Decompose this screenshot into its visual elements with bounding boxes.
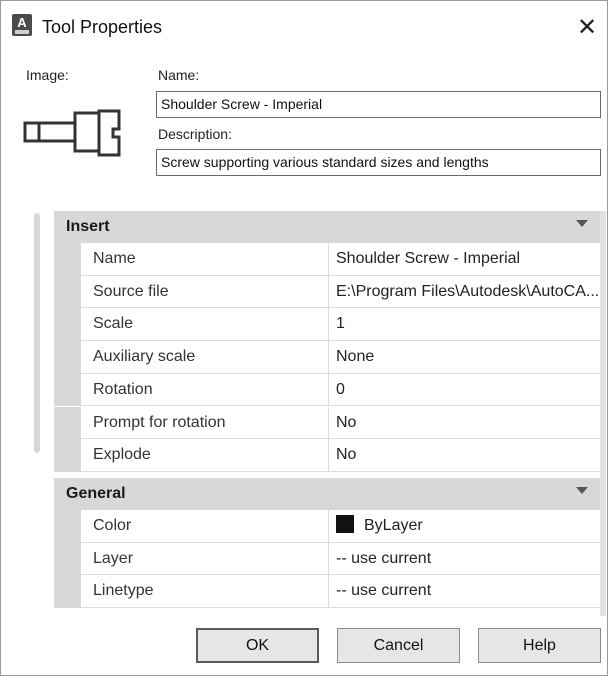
property-value[interactable]: None: [329, 341, 600, 374]
cancel-button[interactable]: Cancel: [337, 628, 460, 663]
tool-properties-dialog: A Tool Properties ✕ Image: Name: Shoulde…: [0, 0, 608, 676]
description-label: Description:: [158, 126, 232, 142]
property-value[interactable]: -- use current: [329, 543, 600, 576]
property-value[interactable]: No: [329, 407, 600, 440]
property-name: Linetype: [81, 575, 329, 609]
property-value[interactable]: 1: [329, 308, 600, 342]
property-name: Source file: [81, 275, 329, 309]
close-icon: ✕: [576, 13, 598, 41]
section-title: Insert: [66, 218, 110, 235]
autocad-icon: A: [12, 14, 32, 36]
property-name: Layer: [81, 542, 329, 576]
section-general-header[interactable]: General: [54, 478, 600, 510]
property-row[interactable]: Auxiliary scale None: [54, 341, 600, 374]
property-row[interactable]: Linetype -- use current: [54, 575, 600, 609]
property-row[interactable]: Source file E:\Program Files\Autodesk\Au…: [54, 275, 600, 309]
property-value[interactable]: 0: [329, 374, 600, 407]
section-insert-header[interactable]: Insert: [54, 211, 600, 243]
shoulder-screw-icon: [21, 99, 131, 169]
chevron-down-icon[interactable]: [576, 487, 588, 494]
property-name: Scale: [81, 308, 329, 342]
property-value[interactable]: E:\Program Files\Autodesk\AutoCA...: [329, 276, 600, 309]
property-name: Rotation: [81, 373, 329, 407]
property-name: Auxiliary scale: [81, 341, 329, 374]
property-row[interactable]: Color ByLayer: [54, 510, 600, 543]
section-title: General: [66, 485, 126, 502]
property-value[interactable]: ByLayer: [329, 510, 600, 543]
title-bar: A Tool Properties ✕: [1, 1, 607, 55]
right-scrollbar[interactable]: [600, 211, 606, 616]
color-swatch: [336, 515, 354, 533]
chevron-down-icon[interactable]: [576, 220, 588, 227]
description-field[interactable]: Screw supporting various standard sizes …: [156, 149, 601, 176]
property-row[interactable]: Layer -- use current: [54, 542, 600, 576]
property-row[interactable]: Prompt for rotation No: [54, 406, 600, 440]
image-label: Image:: [26, 67, 69, 83]
name-field[interactable]: Shoulder Screw - Imperial: [156, 91, 601, 118]
property-name: Name: [81, 243, 329, 276]
property-row[interactable]: Name Shoulder Screw - Imperial: [54, 243, 600, 276]
property-value[interactable]: Shoulder Screw - Imperial: [329, 243, 600, 276]
ok-button[interactable]: OK: [196, 628, 319, 663]
property-row[interactable]: Scale 1: [54, 308, 600, 342]
property-name: Color: [81, 510, 329, 543]
property-value[interactable]: No: [329, 439, 600, 472]
close-button[interactable]: ✕: [567, 9, 607, 45]
property-name: Prompt for rotation: [81, 406, 329, 440]
help-button[interactable]: Help: [478, 628, 601, 663]
left-scrollbar[interactable]: [34, 213, 40, 453]
property-row[interactable]: Rotation 0: [54, 373, 600, 407]
property-name: Explode: [81, 439, 329, 472]
window-title: Tool Properties: [42, 17, 163, 37]
property-value[interactable]: -- use current: [329, 575, 600, 609]
property-row[interactable]: Explode No: [54, 439, 600, 472]
color-value: ByLayer: [364, 517, 423, 534]
name-label: Name:: [158, 67, 200, 83]
